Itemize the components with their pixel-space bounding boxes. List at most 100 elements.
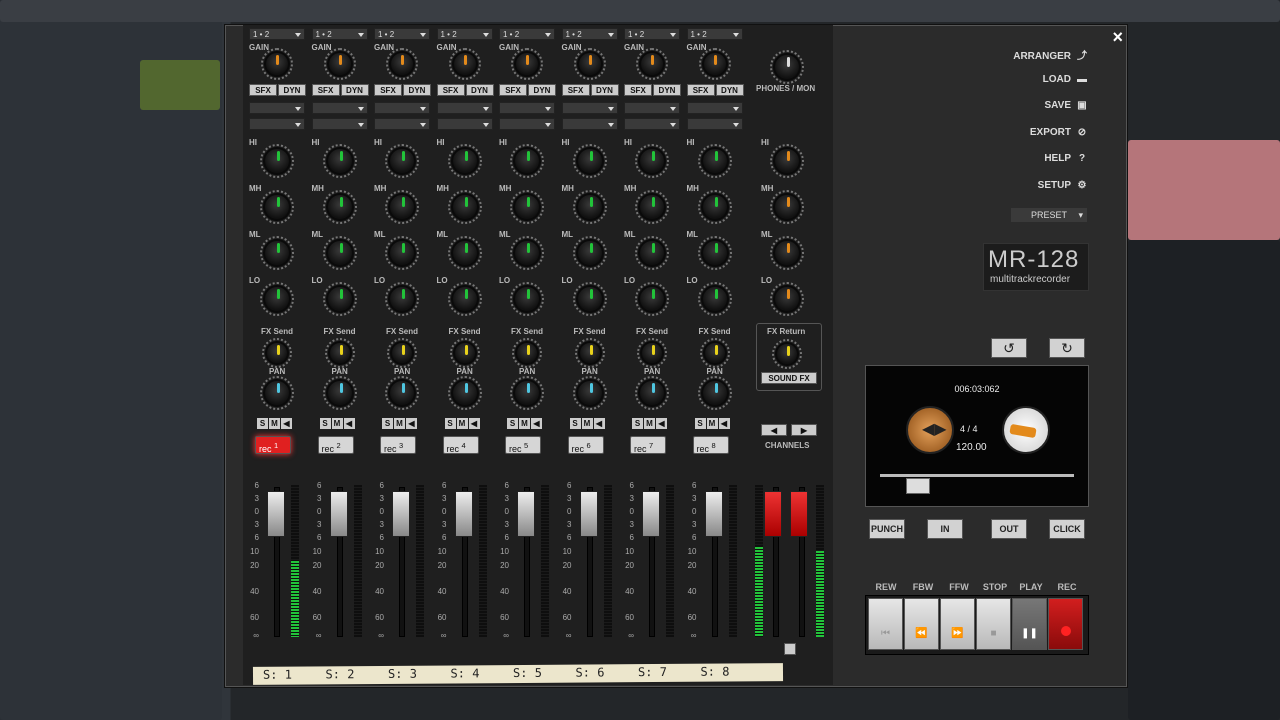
dyn-button[interactable]: DYN (715, 84, 744, 96)
pan-knob[interactable] (635, 376, 669, 410)
channel-fader[interactable] (454, 491, 473, 537)
mh-eq-knob[interactable] (510, 190, 544, 224)
dyn-button[interactable]: DYN (340, 84, 369, 96)
hi-eq-knob[interactable] (572, 144, 607, 178)
mh-eq-knob[interactable] (697, 190, 732, 224)
fx-send-knob[interactable] (387, 338, 417, 368)
fast-backward-button[interactable]: ⏪ (904, 598, 939, 650)
pan-knob[interactable] (510, 376, 544, 410)
lo-eq-knob[interactable] (385, 282, 419, 316)
input-select[interactable]: 1 • 2 (561, 28, 618, 40)
gain-knob[interactable] (573, 48, 606, 80)
monitor-button[interactable]: ◀ (656, 418, 667, 429)
mh-eq-knob[interactable] (322, 190, 357, 224)
fx-send-knob[interactable] (324, 338, 355, 368)
tempo-knob[interactable] (1002, 406, 1050, 454)
channel-fader[interactable] (392, 491, 410, 537)
menu-save[interactable]: SAVE ▣ (985, 100, 1089, 111)
lo-eq-knob[interactable] (510, 282, 544, 316)
insert-slot-1[interactable] (436, 102, 493, 114)
ml-eq-knob[interactable] (385, 236, 419, 270)
hi-eq-knob[interactable] (447, 144, 482, 178)
undo-button[interactable]: ↺ (991, 338, 1027, 358)
sfx-button[interactable]: SFX (624, 84, 652, 96)
hi-eq-knob[interactable] (635, 144, 669, 178)
song-position-track[interactable] (880, 474, 1074, 477)
preset-dropdown[interactable]: PRESET ▾ (1011, 208, 1087, 222)
channels-left-button[interactable]: ◀ (761, 424, 787, 436)
fx-return-ml-knob[interactable] (770, 236, 804, 270)
input-select[interactable]: 1 • 2 (499, 28, 555, 40)
insert-slot-2[interactable] (686, 118, 743, 130)
ml-eq-knob[interactable] (260, 236, 294, 270)
mh-eq-knob[interactable] (385, 190, 419, 224)
menu-help[interactable]: HELP? (985, 153, 1089, 164)
dyn-button[interactable]: DYN (590, 84, 619, 96)
insert-slot-1[interactable] (499, 102, 555, 114)
solo-button[interactable]: S (257, 418, 268, 429)
dyn-button[interactable]: DYN (465, 84, 494, 96)
master-fader-left[interactable] (764, 491, 782, 537)
gain-knob[interactable] (698, 48, 731, 80)
ml-eq-knob[interactable] (635, 236, 669, 270)
master-fader-right[interactable] (790, 491, 808, 537)
mute-button[interactable]: M (269, 418, 280, 429)
fx-send-knob[interactable] (512, 338, 542, 368)
mh-eq-knob[interactable] (572, 190, 607, 224)
lo-eq-knob[interactable] (572, 282, 607, 316)
mute-button[interactable]: M (331, 418, 343, 429)
monitor-button[interactable]: ◀ (593, 418, 605, 429)
out-button[interactable]: OUT (991, 519, 1027, 539)
menu-export[interactable]: EXPORT ⊘ (985, 127, 1089, 138)
pan-knob[interactable] (385, 376, 419, 410)
record-arm-button[interactable]: rec 7 (630, 436, 666, 454)
fx-return-knob[interactable] (772, 339, 802, 369)
redo-button[interactable]: ↻ (1049, 338, 1085, 358)
punch-button[interactable]: PUNCH (869, 519, 905, 539)
record-arm-button[interactable]: rec 3 (380, 436, 416, 454)
ml-eq-knob[interactable] (697, 236, 732, 270)
lo-eq-knob[interactable] (447, 282, 482, 316)
insert-slot-2[interactable] (499, 118, 555, 130)
pan-knob[interactable] (572, 376, 607, 410)
monitor-button[interactable]: ◀ (718, 418, 730, 429)
gain-knob[interactable] (323, 48, 356, 80)
insert-slot-1[interactable] (686, 102, 743, 114)
pan-knob[interactable] (260, 376, 294, 410)
channel-fader[interactable] (329, 491, 348, 537)
lo-eq-knob[interactable] (635, 282, 669, 316)
fx-send-knob[interactable] (574, 338, 605, 368)
pan-knob[interactable] (697, 376, 732, 410)
monitor-button[interactable]: ◀ (281, 418, 292, 429)
solo-button[interactable]: S (319, 418, 331, 429)
insert-slot-2[interactable] (561, 118, 618, 130)
mute-button[interactable]: M (644, 418, 655, 429)
mh-eq-knob[interactable] (635, 190, 669, 224)
monitor-button[interactable]: ◀ (468, 418, 480, 429)
solo-button[interactable]: S (382, 418, 393, 429)
dyn-button[interactable]: DYN (403, 84, 431, 96)
solo-button[interactable]: S (632, 418, 643, 429)
record-arm-button[interactable]: rec 6 (567, 436, 604, 454)
channel-fader[interactable] (579, 491, 598, 537)
lo-eq-knob[interactable] (322, 282, 357, 316)
insert-slot-2[interactable] (311, 118, 368, 130)
close-button[interactable]: × (1112, 27, 1123, 48)
sfx-button[interactable]: SFX (374, 84, 402, 96)
master-link-button[interactable] (784, 643, 796, 655)
input-select[interactable]: 1 • 2 (374, 28, 430, 40)
gain-knob[interactable] (511, 48, 543, 80)
menu-setup[interactable]: SETUP ⚙ (985, 180, 1089, 191)
channels-right-button[interactable]: ▶ (791, 424, 817, 436)
fx-send-knob[interactable] (449, 338, 480, 368)
fx-send-knob[interactable] (699, 338, 730, 368)
solo-button[interactable]: S (444, 418, 456, 429)
fast-forward-button[interactable]: ⏩ (940, 598, 975, 650)
record-arm-button[interactable]: rec 2 (317, 436, 354, 454)
lo-eq-knob[interactable] (260, 282, 294, 316)
channel-fader[interactable] (642, 491, 660, 537)
mh-eq-knob[interactable] (260, 190, 294, 224)
sfx-button[interactable]: SFX (311, 84, 340, 96)
dyn-button[interactable]: DYN (528, 84, 556, 96)
insert-slot-2[interactable] (436, 118, 493, 130)
